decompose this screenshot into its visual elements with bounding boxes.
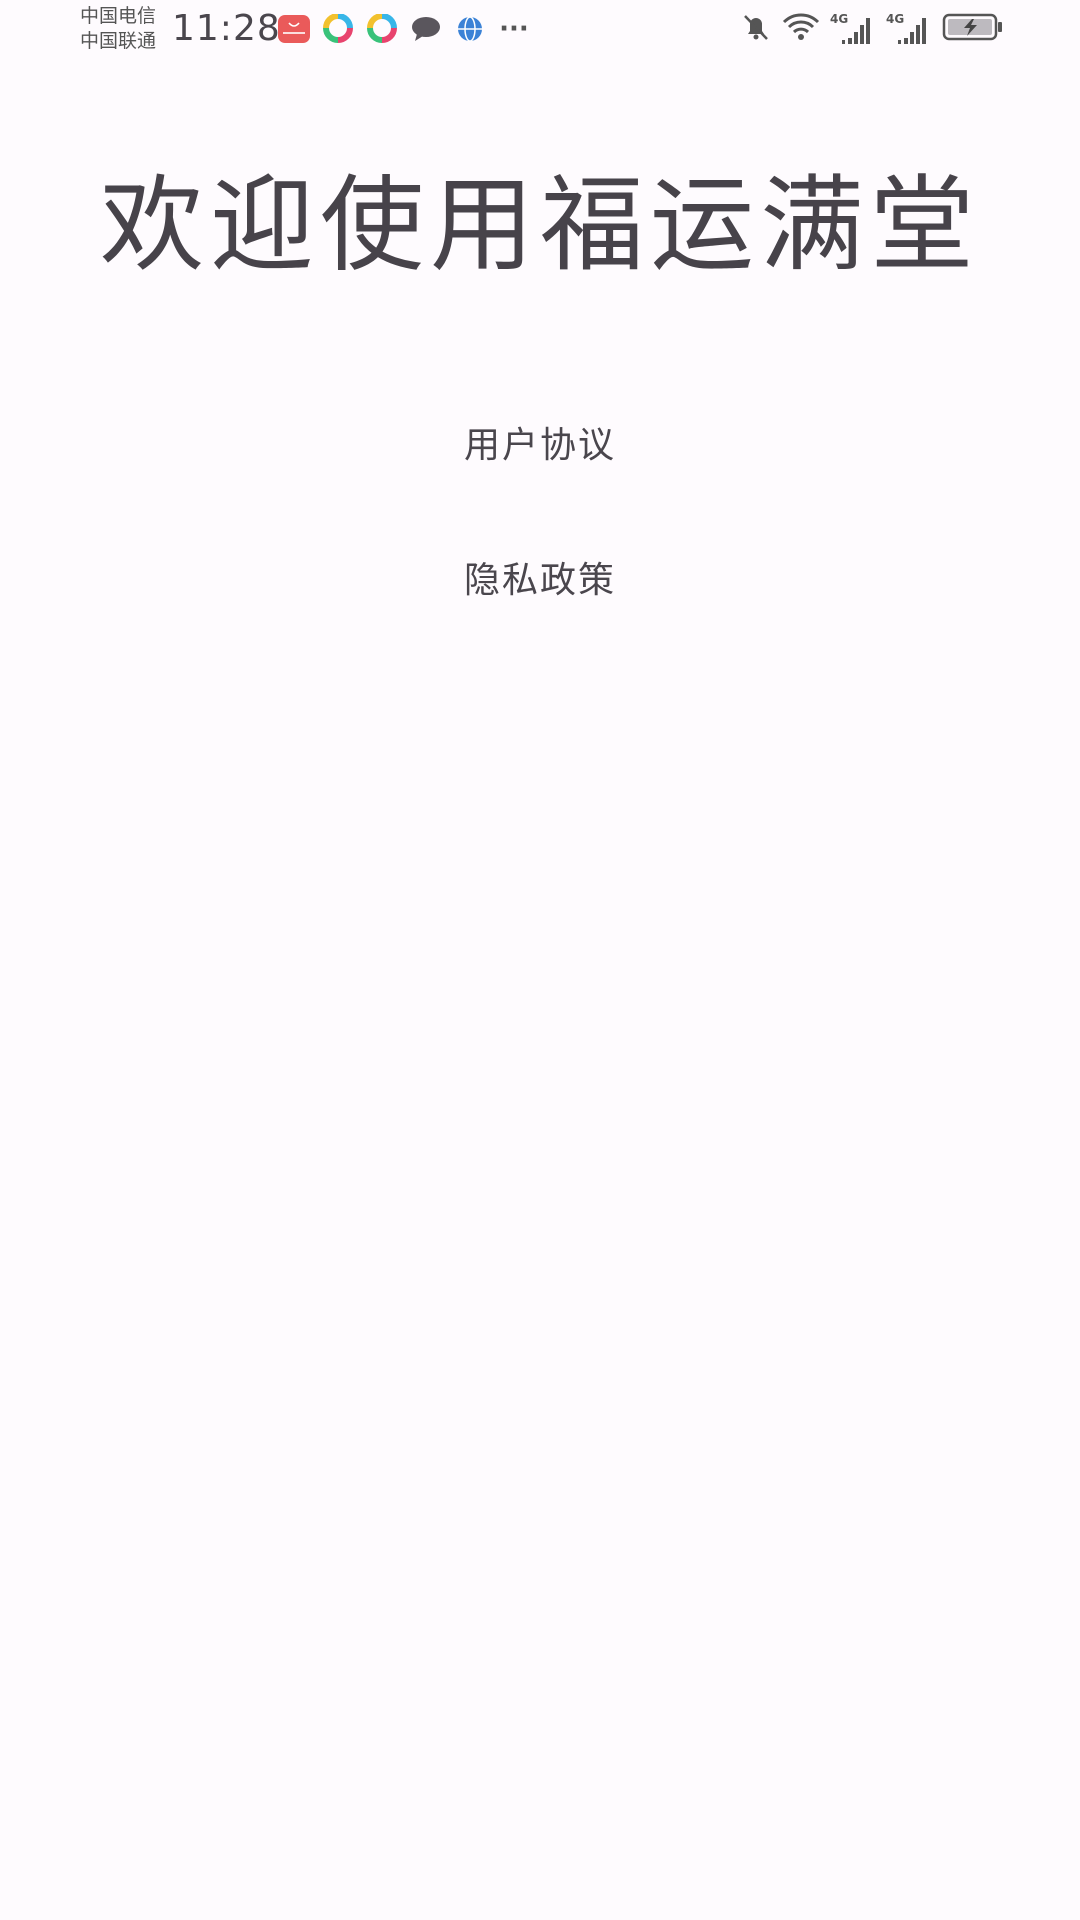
more-dots-icon: ··· (499, 14, 529, 44)
carrier-1: 中国电信 (80, 5, 157, 27)
status-time: 11:28 (172, 8, 281, 49)
battery-charging-icon (942, 12, 1004, 46)
colorful-app-icon (322, 14, 354, 44)
wifi-icon (782, 12, 820, 46)
notification-icons: ··· (278, 14, 530, 44)
browser-globe-icon (454, 14, 486, 44)
bell-muted-icon (740, 12, 772, 46)
signal-4g-icon: 4G (886, 12, 932, 46)
user-agreement-link[interactable]: 用户协议 (0, 421, 1080, 471)
carrier-info: 中国电信 中国联通 (80, 4, 156, 54)
message-bubble-icon (410, 14, 442, 44)
status-bar: 中国电信 中国联通 11:28 ··· 4G 4G (0, 0, 1080, 58)
welcome-title: 欢迎使用福运满堂 (99, 164, 980, 286)
colorful-app-icon (366, 14, 398, 44)
carrier-2: 中国联通 (80, 30, 157, 52)
privacy-policy-link[interactable]: 隐私政策 (0, 556, 1080, 606)
system-icons: 4G 4G (740, 12, 1004, 46)
signal-4g-icon: 4G (830, 12, 876, 46)
huawei-appgallery-icon (278, 14, 310, 44)
